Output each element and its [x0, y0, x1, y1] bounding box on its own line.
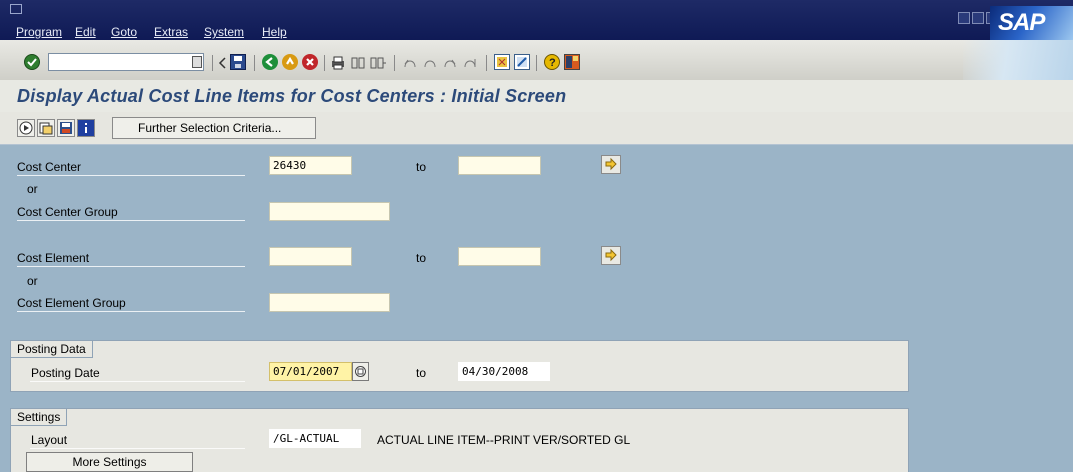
toolbar-separator: [394, 55, 395, 71]
help-icon[interactable]: ?: [544, 54, 560, 70]
or-label: or: [27, 274, 38, 288]
cost-element-multiple-selection-button[interactable]: [601, 246, 621, 265]
layout-field[interactable]: /GL-ACTUAL: [269, 429, 361, 448]
menu-program[interactable]: Program: [16, 25, 62, 39]
save-variant-icon[interactable]: [57, 119, 75, 137]
new-session-icon[interactable]: [494, 54, 510, 70]
label-underline: [17, 311, 245, 312]
enter-icon[interactable]: [24, 54, 40, 70]
more-settings-button[interactable]: More Settings: [26, 452, 193, 472]
shortcut-icon[interactable]: [514, 54, 530, 70]
label-underline: [17, 220, 245, 221]
posting-date-to-label: to: [416, 366, 427, 380]
find-icon[interactable]: [350, 55, 366, 71]
back-icon[interactable]: [262, 54, 278, 70]
cost-center-group-field[interactable]: [269, 202, 390, 221]
cost-center-to-label: to: [416, 160, 427, 174]
cost-element-from-field[interactable]: [269, 247, 352, 266]
label-underline: [30, 448, 245, 449]
exit-icon[interactable]: [282, 54, 298, 70]
toolbar-separator: [254, 55, 255, 71]
page-title: Display Actual Cost Line Items for Cost …: [17, 86, 567, 106]
sap-logo: SAP: [990, 6, 1073, 40]
info-icon[interactable]: [77, 119, 95, 137]
label-underline: [17, 175, 245, 176]
calendar-icon[interactable]: [352, 362, 369, 381]
posting-date-label: Posting Date: [31, 366, 100, 380]
or-label: or: [27, 182, 38, 196]
save-icon[interactable]: [230, 54, 246, 70]
posting-date-from-field[interactable]: 07/01/2007: [269, 362, 352, 381]
layout-icon[interactable]: [564, 54, 580, 70]
cancel-icon[interactable]: [302, 54, 318, 70]
toolbar-separator: [486, 55, 487, 71]
layout-label: Layout: [31, 433, 68, 447]
menu-system[interactable]: System: [204, 25, 244, 39]
previous-page-icon[interactable]: [422, 55, 438, 71]
posting-date-to-field[interactable]: 04/30/2008: [458, 362, 550, 381]
cost-center-to-field[interactable]: [458, 156, 541, 175]
cost-element-group-field[interactable]: [269, 293, 390, 312]
svg-text:?: ?: [549, 57, 556, 69]
cost-center-multiple-selection-button[interactable]: [601, 155, 621, 174]
label-underline: [17, 266, 245, 267]
toolbar-separator: [324, 55, 325, 71]
cost-center-from-field[interactable]: 26430: [269, 156, 352, 175]
maximize-icon[interactable]: [972, 12, 984, 24]
next-page-icon[interactable]: [442, 55, 458, 71]
last-page-icon[interactable]: [462, 55, 478, 71]
print-icon[interactable]: [330, 55, 346, 71]
screen-title-bar: Display Actual Cost Line Items for Cost …: [0, 80, 1073, 112]
toolbar-separator: [212, 55, 213, 71]
layout-description: ACTUAL LINE ITEM--PRINT VER/SORTED GL: [377, 433, 631, 447]
toolbar-wave-decoration: [963, 40, 1073, 80]
cost-element-label: Cost Element: [17, 251, 90, 265]
command-dropdown-icon[interactable]: [192, 56, 202, 68]
first-page-icon[interactable]: [402, 55, 418, 71]
toolbar-separator: [536, 55, 537, 71]
menu-bar: Program Edit Goto Extras System Help SAP: [0, 0, 1073, 40]
execute-icon[interactable]: [17, 119, 35, 137]
command-field[interactable]: [48, 53, 204, 71]
menu-goto[interactable]: Goto: [111, 25, 137, 39]
cost-element-group-label: Cost Element Group: [17, 296, 126, 310]
menu-help[interactable]: Help: [262, 25, 287, 39]
cost-element-to-field[interactable]: [458, 247, 541, 266]
menu-extras[interactable]: Extras: [154, 25, 188, 39]
menu-edit[interactable]: Edit: [75, 25, 96, 39]
settings-frame-title: Settings: [11, 409, 68, 426]
cost-center-label: Cost Center: [17, 160, 82, 174]
cost-element-to-label: to: [416, 251, 427, 265]
system-menu-icon[interactable]: [10, 4, 22, 14]
cost-center-group-label: Cost Center Group: [17, 205, 118, 219]
get-variant-icon[interactable]: [37, 119, 55, 137]
minimize-icon[interactable]: [958, 12, 970, 24]
posting-data-frame-title: Posting Data: [11, 341, 93, 358]
label-underline: [30, 381, 245, 382]
more-settings-label: More Settings: [72, 455, 147, 469]
further-selection-criteria-button[interactable]: Further Selection Criteria...: [112, 117, 316, 139]
further-selection-criteria-label: Further Selection Criteria...: [138, 121, 282, 135]
sap-logo-text: SAP: [998, 9, 1045, 36]
find-next-icon[interactable]: [370, 55, 386, 71]
